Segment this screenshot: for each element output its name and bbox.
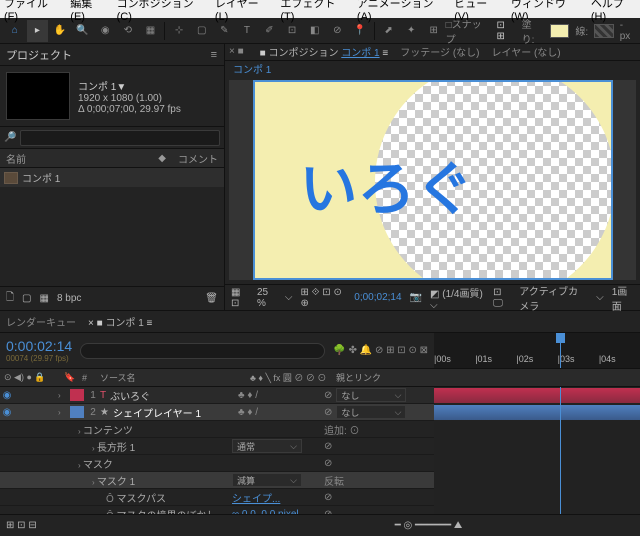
- col-label[interactable]: ◆: [152, 149, 172, 167]
- text-tool[interactable]: T: [236, 20, 258, 42]
- pen-tool[interactable]: ✎: [213, 20, 235, 42]
- zoom-slider[interactable]: ━ ◎ ━━━━━━ ⛰: [395, 520, 463, 531]
- comp-panel-tab[interactable]: ■ コンポジション コンポ 1 ≡: [260, 44, 389, 59]
- breadcrumb[interactable]: コンポ 1: [233, 61, 271, 76]
- property-row[interactable]: Ô マスクパスシェイプ...⊘: [0, 489, 434, 506]
- new-folder-icon[interactable]: ▢: [22, 293, 31, 304]
- snap-checkbox[interactable]: □スナップ: [446, 16, 491, 46]
- comp-icon: [4, 172, 18, 184]
- rect-tool[interactable]: ▢: [191, 20, 213, 42]
- roto-tool[interactable]: ⊘: [327, 20, 349, 42]
- toggle-switches-icon[interactable]: ⊞ ⊡ ⊟: [6, 520, 37, 531]
- timeline-frame: 00074 (29.97 fps): [6, 354, 72, 363]
- search-icon: 🔎: [4, 132, 16, 143]
- comp-duration: Δ 0;00;07;00, 29.97 fps: [78, 104, 181, 115]
- snapshot-icon[interactable]: 📷: [410, 292, 422, 303]
- layer-row[interactable]: ◉ ›2 ★ シェイプレイヤー 1 ♣ ♦ /⊘ なし: [0, 404, 434, 421]
- project-item[interactable]: コンポ 1: [0, 168, 224, 187]
- property-row[interactable]: › マスク⊘: [0, 455, 434, 472]
- brush-tool[interactable]: ✐: [259, 20, 281, 42]
- views-dd[interactable]: 1画面: [612, 283, 634, 313]
- stamp-tool[interactable]: ⊡: [281, 20, 303, 42]
- rotate-tool[interactable]: ⟲: [117, 20, 139, 42]
- alpha-toggle[interactable]: ▦ ⊡: [231, 287, 249, 309]
- preview-timecode[interactable]: 0;00;02;14: [354, 292, 401, 303]
- col-comment[interactable]: コメント: [172, 149, 224, 167]
- puppet-tool[interactable]: 📍: [349, 20, 371, 42]
- camera-dd[interactable]: アクティブカメラ: [519, 283, 588, 313]
- stroke-swatch[interactable]: [594, 24, 614, 38]
- orbit-tool[interactable]: ◉: [94, 20, 116, 42]
- property-row[interactable]: Ô マスクの境界のぼかし∞ 0.0, 0.0 pixel⊘: [0, 506, 434, 514]
- footage-tab[interactable]: フッテージ (なし): [400, 44, 479, 59]
- search-input[interactable]: [20, 130, 220, 146]
- col-name[interactable]: 名前: [0, 149, 152, 167]
- trash-icon[interactable]: 🗑: [205, 293, 218, 304]
- playhead[interactable]: [560, 333, 561, 368]
- zoom-tool[interactable]: 🔍: [72, 20, 94, 42]
- layer-bar-1[interactable]: [434, 388, 640, 403]
- comp-resolution: 1920 x 1080 (1.00): [78, 93, 181, 104]
- eraser-tool[interactable]: ◧: [304, 20, 326, 42]
- view-axis[interactable]: ⊞: [423, 20, 445, 42]
- col-source[interactable]: ソース名: [96, 369, 246, 386]
- timeline-comp-tab[interactable]: × ■ コンポ 1 ≡: [88, 314, 152, 329]
- resolution-dd[interactable]: ◩ (1/4画質) ⌵: [430, 285, 485, 311]
- timeline-timecode[interactable]: 0:00:02:14: [6, 338, 72, 354]
- zoom-level[interactable]: 25 %: [257, 287, 277, 309]
- canvas-text: いろぐ: [300, 142, 474, 226]
- layer-tab[interactable]: レイヤー (なし): [492, 44, 561, 59]
- world-axis[interactable]: ✦: [400, 20, 422, 42]
- home-icon[interactable]: ⌂: [4, 20, 26, 42]
- fill-label: 塗り:: [522, 16, 544, 46]
- new-comp-icon[interactable]: ▦: [40, 293, 49, 304]
- interpret-icon[interactable]: 🗋: [6, 290, 14, 307]
- comp-thumbnail[interactable]: [6, 72, 70, 120]
- fill-swatch[interactable]: [550, 24, 570, 38]
- render-queue-tab[interactable]: レンダーキュー: [6, 314, 76, 329]
- col-parent[interactable]: 親とリンク: [332, 369, 452, 386]
- layer-bar-2[interactable]: [434, 405, 640, 420]
- hand-tool[interactable]: ✋: [49, 20, 71, 42]
- composition-viewer[interactable]: いろぐ: [253, 80, 613, 280]
- anchor-tool[interactable]: ⊹: [168, 20, 190, 42]
- col-switches[interactable]: ♣ ♦ ╲ fx 圓 ⊘ ⊘ ⊙: [246, 369, 332, 386]
- selection-tool[interactable]: ▸: [27, 20, 49, 42]
- stroke-label: 線:: [575, 23, 588, 38]
- comp-name: コンポ 1▼: [78, 78, 181, 93]
- property-row[interactable]: › コンテンツ追加: ⊙: [0, 421, 434, 438]
- bpc-button[interactable]: 8 bpc: [57, 293, 81, 304]
- property-row[interactable]: › マスク 1減算反転: [0, 472, 434, 489]
- project-tab[interactable]: プロジェクト: [6, 47, 72, 63]
- timeline-search[interactable]: [80, 343, 325, 359]
- property-row[interactable]: › 長方形 1通常⊘: [0, 438, 434, 455]
- local-axis[interactable]: ⬈: [378, 20, 400, 42]
- camera-tool[interactable]: ▦: [140, 20, 162, 42]
- panel-menu-icon[interactable]: ≡: [211, 49, 218, 61]
- stroke-width[interactable]: - px: [620, 20, 636, 42]
- layer-row[interactable]: ◉ ›1 T ぶいろぐ ♣ ♦ /⊘ なし: [0, 387, 434, 404]
